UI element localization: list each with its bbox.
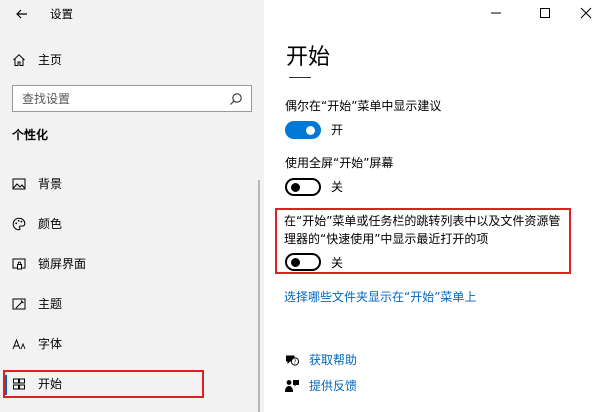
- sidebar-item-home[interactable]: 主页: [0, 46, 264, 74]
- section-title: 个性化: [12, 128, 49, 142]
- sidebar-item-themes[interactable]: 主题: [0, 289, 264, 319]
- sidebar-item-label: 字体: [38, 337, 63, 351]
- sidebar: 设置 主页 个性化 背景 颜色: [0, 0, 264, 412]
- sidebar-item-label: 锁屏界面: [38, 257, 87, 271]
- sidebar-item-label: 颜色: [38, 217, 63, 231]
- get-help-label: 获取帮助: [309, 353, 358, 367]
- sidebar-item-lock-screen[interactable]: 锁屏界面: [0, 249, 264, 279]
- recent-items-toggle[interactable]: [285, 253, 321, 271]
- font-icon: [12, 338, 26, 350]
- give-feedback-label: 提供反馈: [309, 379, 358, 393]
- sidebar-item-home-label: 主页: [38, 53, 63, 67]
- search-box[interactable]: [12, 85, 252, 112]
- back-button[interactable]: [14, 6, 30, 22]
- title-underline: [289, 77, 311, 78]
- app-title: 设置: [50, 7, 73, 21]
- close-button[interactable]: [576, 4, 596, 22]
- home-icon: [13, 54, 25, 66]
- suggestions-toggle[interactable]: [285, 121, 321, 139]
- choose-folders-link[interactable]: 选择哪些文件夹显示在“开始”菜单上: [284, 289, 476, 305]
- page-title: 开始: [286, 45, 331, 70]
- sidebar-item-label: 背景: [38, 177, 63, 191]
- sidebar-scrollbar[interactable]: [258, 180, 260, 412]
- toggle-knob: [291, 258, 300, 267]
- sidebar-item-fonts[interactable]: 字体: [0, 329, 264, 359]
- suggestions-toggle-state: 开: [331, 123, 344, 137]
- search-input[interactable]: [22, 90, 222, 107]
- theme-icon: [12, 298, 26, 310]
- lock-screen-icon: [12, 258, 26, 270]
- sidebar-item-background[interactable]: 背景: [0, 169, 264, 199]
- minimize-button[interactable]: [486, 4, 506, 22]
- maximize-button[interactable]: [535, 4, 555, 22]
- palette-icon: [12, 217, 26, 231]
- back-arrow-icon: [16, 9, 27, 19]
- help-chat-icon: ?: [286, 355, 300, 366]
- search-icon[interactable]: [229, 92, 243, 106]
- close-icon: [580, 7, 592, 19]
- fullscreen-toggle-state: 关: [331, 180, 344, 194]
- setting-recent-items-label-line1: 在“开始”菜单或任务栏的跳转列表中以及文件资源管: [284, 214, 561, 228]
- main-panel: 开始 偶尔在“开始”菜单中显示建议 开 使用全屏“开始”屏幕 关 在“开始”菜单…: [264, 0, 600, 412]
- svg-text:?: ?: [294, 359, 297, 365]
- fullscreen-toggle[interactable]: [285, 178, 321, 196]
- setting-fullscreen-label: 使用全屏“开始”屏幕: [285, 156, 394, 170]
- get-help-link[interactable]: ? 获取帮助: [284, 351, 484, 369]
- sidebar-item-colors[interactable]: 颜色: [0, 209, 264, 239]
- recent-items-toggle-state: 关: [331, 256, 344, 270]
- start-highlight-box: [3, 370, 204, 398]
- maximize-icon: [540, 8, 550, 18]
- give-feedback-link[interactable]: 提供反馈: [284, 377, 484, 395]
- setting-suggestions-label: 偶尔在“开始”菜单中显示建议: [285, 99, 442, 113]
- toggle-knob: [306, 126, 315, 135]
- image-icon: [12, 178, 26, 190]
- sidebar-item-label: 主题: [38, 297, 63, 311]
- toggle-knob: [291, 183, 300, 192]
- setting-recent-items-label-line2: 理器的“快速使用”中显示最近打开的项: [284, 232, 489, 246]
- minimize-icon: [491, 12, 501, 14]
- feedback-icon: [285, 380, 299, 392]
